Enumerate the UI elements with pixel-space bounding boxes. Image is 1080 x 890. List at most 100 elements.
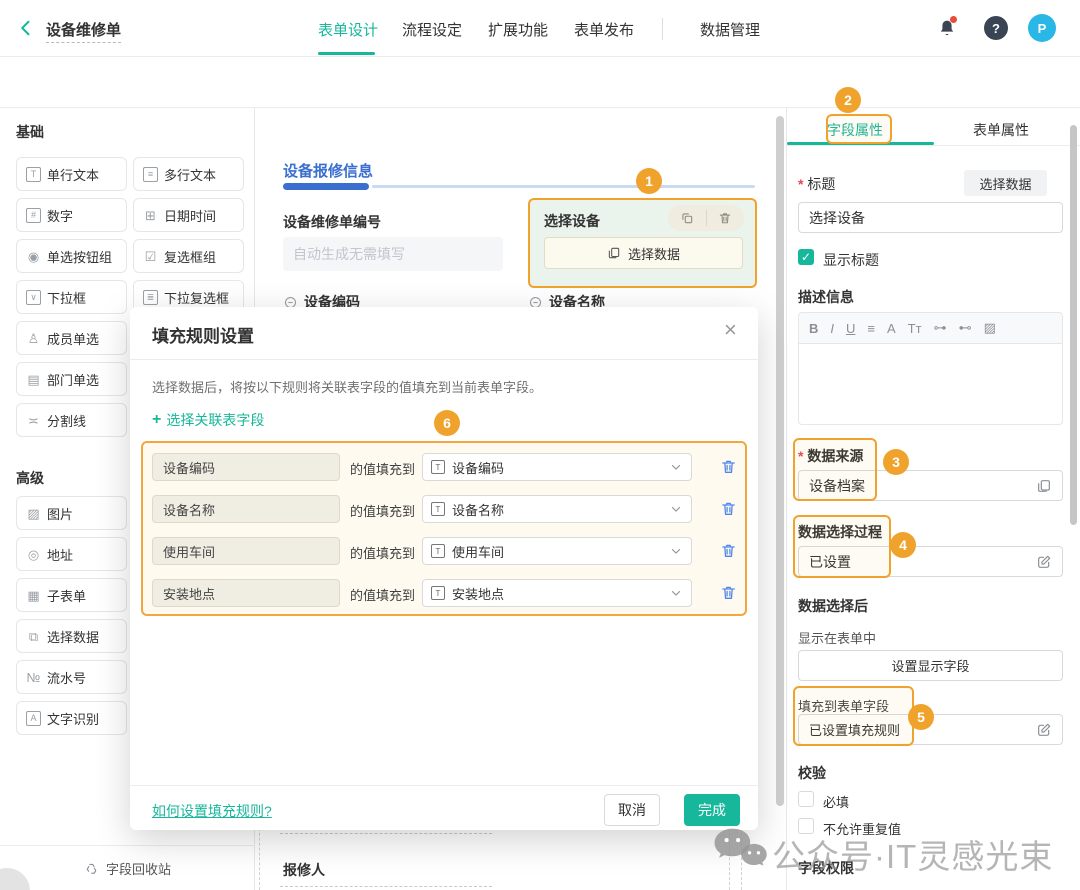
active-tab-underline [318, 52, 375, 55]
panel-scrollbar[interactable] [1070, 125, 1077, 525]
chevron-down-icon [669, 460, 683, 474]
font-color-icon[interactable]: A [887, 321, 896, 336]
field-type-radio-group[interactable]: ◉单选按钮组 [16, 239, 127, 273]
field-type-serial-number[interactable]: №流水号 [16, 660, 127, 694]
add-related-field-link[interactable]: + 选择关联表字段 [152, 410, 264, 430]
field-type-department-select[interactable]: ▤部门单选 [16, 362, 127, 396]
field-type-number[interactable]: #数字 [16, 198, 127, 232]
field-type-image[interactable]: ▨图片 [16, 496, 127, 530]
form-designer-app: 设备维修单 表单设计 流程设定 扩展功能 表单发布 数据管理 ? P 查看新手引… [0, 0, 1080, 890]
tab-form-publish[interactable]: 表单发布 [574, 19, 634, 40]
required-checkbox[interactable] [798, 791, 814, 807]
select-data-icon: ⧉ [26, 630, 41, 643]
member-icon: ♙ [26, 332, 41, 345]
select-data-button[interactable]: 选择数据 [544, 237, 743, 269]
set-display-fields-button[interactable]: 设置显示字段 [798, 650, 1063, 681]
number-icon: # [26, 208, 41, 223]
field-type-address[interactable]: ◎地址 [16, 537, 127, 571]
how-to-set-rules-link[interactable]: 如何设置填充规则? [152, 801, 272, 821]
rule-target-dropdown[interactable]: T 使用车间 [422, 537, 692, 565]
field-recycle-bin[interactable]: 字段回收站 [0, 845, 255, 890]
dropdown-icon: ∨ [26, 290, 41, 305]
tab-flow-setting[interactable]: 流程设定 [402, 19, 462, 40]
back-button[interactable] [16, 18, 36, 38]
modal-header-divider [130, 359, 758, 360]
title-select-data-chip[interactable]: 选择数据 [964, 170, 1047, 196]
data-source-label-row: * 数据来源 [798, 446, 863, 466]
section-progress-track [372, 185, 755, 188]
done-button[interactable]: 完成 [684, 794, 740, 826]
form-section-title[interactable]: 设备报修信息 [283, 160, 373, 181]
delete-field-icon[interactable] [718, 211, 732, 225]
designer-toolbar: 查看新手引导 预览 保存 [0, 57, 1080, 108]
field-type-member-select[interactable]: ♙成员单选 [16, 321, 127, 355]
title-label-row: * 标题 [798, 174, 835, 194]
text-field-type-icon: T [431, 586, 445, 600]
fill-rules-group: 设备编码 的值填充到 T 设备编码 设备名称 的值填充到 T 设备名称 使用车间… [141, 441, 747, 616]
underline-icon[interactable]: U [846, 321, 855, 336]
data-source-input[interactable]: 设备档案 [798, 470, 1063, 501]
annotation-badge-5: 5 [908, 704, 934, 730]
rule-delete-icon[interactable] [720, 542, 737, 559]
reporter-field-label: 报修人 [283, 860, 325, 880]
unlink-icon[interactable]: ⊷ [959, 320, 972, 336]
link-icon[interactable]: ⊶ [934, 320, 947, 336]
fill-rules-edit-icon[interactable] [1036, 722, 1052, 738]
cancel-button[interactable]: 取消 [604, 794, 660, 826]
font-size-icon[interactable]: Tт [908, 321, 922, 336]
rule-target-dropdown[interactable]: T 设备名称 [422, 495, 692, 523]
data-process-label: 数据选择过程 [798, 522, 882, 542]
rule-target-dropdown[interactable]: T 设备编码 [422, 453, 692, 481]
canvas-scrollbar[interactable] [776, 116, 784, 806]
text-field-type-icon: T [431, 460, 445, 474]
field-type-divider[interactable]: ≍分割线 [16, 403, 127, 437]
selected-field-card[interactable]: 选择设备 选择数据 [528, 198, 757, 288]
divider-icon: ≍ [26, 414, 41, 427]
copy-field-icon[interactable] [680, 211, 694, 225]
show-title-checkbox[interactable]: ✓ [798, 249, 814, 265]
required-label: 必填 [823, 792, 849, 811]
tab-extensions[interactable]: 扩展功能 [488, 19, 548, 40]
help-icon[interactable]: ? [984, 16, 1008, 40]
rule-fill-text: 的值填充到 [350, 543, 415, 562]
field-type-checkbox-group[interactable]: ☑复选框组 [133, 239, 244, 273]
title-value-input[interactable]: 选择设备 [798, 202, 1063, 233]
serial-field-input[interactable]: 自动生成无需填写 [283, 237, 503, 271]
field-type-multi-text[interactable]: ≡多行文本 [133, 157, 244, 191]
field-type-dropdown[interactable]: ∨下拉框 [16, 280, 127, 314]
show-title-label: 显示标题 [823, 250, 879, 270]
validation-label: 校验 [798, 763, 826, 783]
advanced-section-title: 高级 [16, 468, 44, 488]
field-type-subform[interactable]: ▦子表单 [16, 578, 127, 612]
tab-data-management[interactable]: 数据管理 [700, 19, 760, 40]
panel-tabs-divider [787, 145, 1080, 146]
rule-delete-icon[interactable] [720, 458, 737, 475]
modal-close-icon[interactable]: × [724, 319, 737, 341]
description-textarea[interactable] [798, 344, 1063, 425]
annotation-badge-4: 4 [890, 532, 916, 558]
notification-dot [950, 16, 957, 23]
rule-target-dropdown[interactable]: T 安装地点 [422, 579, 692, 607]
tab-field-properties[interactable]: 字段属性 [827, 120, 883, 140]
no-duplicate-checkbox[interactable] [798, 818, 814, 834]
tab-form-design[interactable]: 表单设计 [318, 19, 378, 40]
basic-section-title: 基础 [16, 122, 44, 142]
align-icon[interactable]: ≡ [867, 321, 875, 336]
rule-delete-icon[interactable] [720, 500, 737, 517]
tab-form-properties[interactable]: 表单属性 [973, 120, 1029, 140]
data-process-edit-icon[interactable] [1036, 554, 1052, 570]
bold-icon[interactable]: B [809, 321, 818, 336]
avatar[interactable]: P [1028, 14, 1056, 42]
italic-icon[interactable]: I [830, 321, 834, 336]
field-type-datetime[interactable]: ⊞日期时间 [133, 198, 244, 232]
data-source-link-icon[interactable] [1036, 478, 1052, 494]
image-icon[interactable]: ▨ [984, 320, 996, 336]
field-permission-label: 字段权限 [798, 858, 854, 878]
field-type-single-text[interactable]: T单行文本 [16, 157, 127, 191]
field-type-ocr[interactable]: A文字识别 [16, 701, 127, 735]
data-process-input[interactable]: 已设置 [798, 546, 1063, 577]
rule-source-field: 设备名称 [152, 495, 340, 523]
rule-delete-icon[interactable] [720, 584, 737, 601]
notification-bell-icon[interactable] [936, 17, 958, 39]
field-type-select-data[interactable]: ⧉选择数据 [16, 619, 127, 653]
